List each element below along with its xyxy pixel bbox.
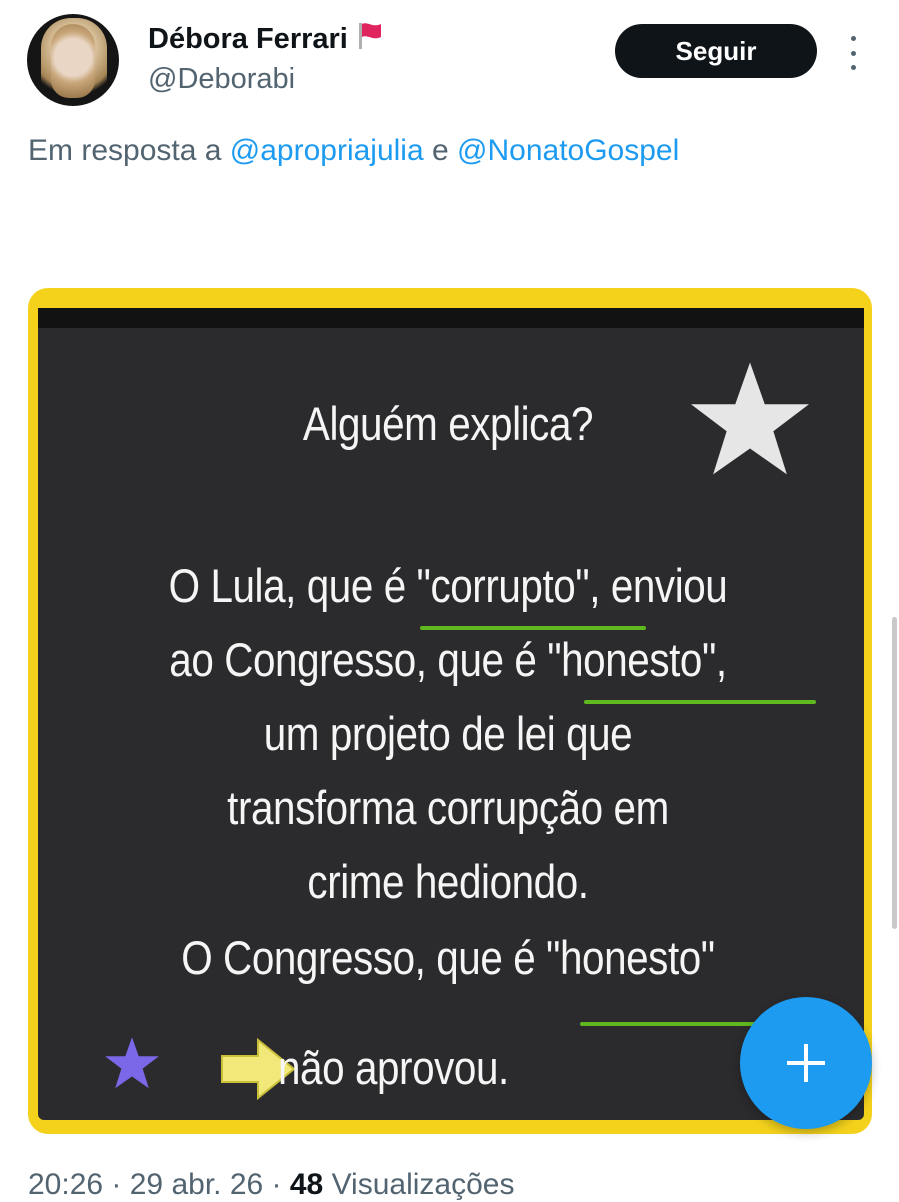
white-star-icon xyxy=(691,362,809,475)
image-text-line: Alguém explica? xyxy=(302,397,594,450)
mention-link[interactable]: @NonatoGospel xyxy=(457,134,679,167)
tweet-meta: 20:26 · 29 abr. 26 · 48 Visualizações xyxy=(28,1168,514,1202)
dot xyxy=(850,65,856,70)
mention-link[interactable]: @apropriajulia xyxy=(230,134,424,167)
author-handle[interactable]: @Deborabi xyxy=(148,63,295,96)
tweet-image[interactable]: Alguém explica? O Lula, que é "corrupto"… xyxy=(28,288,872,1134)
reply-prefix: Em resposta a xyxy=(28,134,222,167)
dot xyxy=(850,50,856,56)
reply-context: Em resposta a @apropriajulia e @NonatoGo… xyxy=(28,134,679,168)
image-top-edge xyxy=(38,308,864,328)
scrollbar[interactable] xyxy=(892,617,897,929)
image-text-line: crime hediondo. xyxy=(307,855,589,908)
reply-connector: e xyxy=(432,134,449,167)
plus-icon xyxy=(787,1044,825,1082)
compose-button[interactable] xyxy=(740,997,872,1129)
image-text-line: não aprovou. xyxy=(278,1041,509,1094)
author-name[interactable]: Débora Ferrari xyxy=(148,23,348,55)
purple-star-icon xyxy=(105,1037,159,1089)
image-text-line: ao Congresso, que é "honesto", xyxy=(169,633,727,686)
follow-button[interactable]: Seguir xyxy=(615,24,817,78)
views-count: 48 xyxy=(289,1168,324,1201)
dot xyxy=(850,36,856,41)
views-label: Visualizações xyxy=(331,1168,515,1201)
author-name-row[interactable]: Débora Ferrari xyxy=(148,20,384,56)
image-text-line: transforma corrupção em xyxy=(227,781,669,834)
image-text-line: O Congresso, que é "honesto" xyxy=(181,931,715,984)
red-flag-icon xyxy=(358,23,381,49)
tweet-date[interactable]: 29 abr. 26 xyxy=(130,1168,263,1201)
tweet-time[interactable]: 20:26 xyxy=(28,1168,103,1201)
image-text-line: um projeto de lei que xyxy=(263,707,633,760)
separator: · xyxy=(103,1168,130,1201)
avatar[interactable] xyxy=(27,14,119,106)
separator: · xyxy=(263,1168,290,1201)
avatar-face xyxy=(51,24,95,98)
more-vertical-icon[interactable] xyxy=(838,36,868,70)
image-text-line: O Lula, que é "corrupto", enviou xyxy=(168,559,728,612)
